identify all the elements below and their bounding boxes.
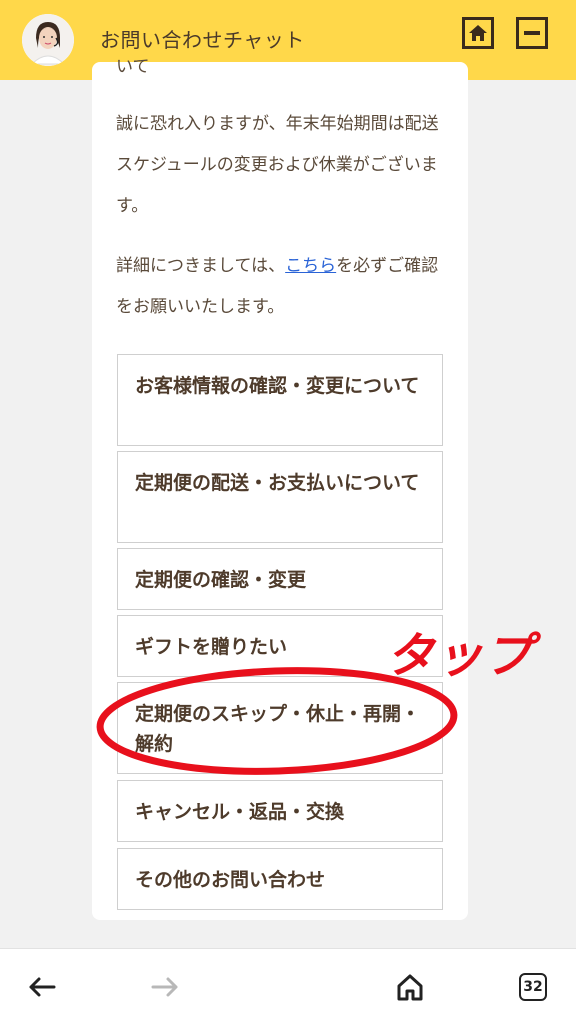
option-cancel-return-exchange[interactable]: キャンセル・返品・交換 [117,780,443,842]
forward-button[interactable] [145,967,185,1007]
forward-arrow-icon [151,977,178,997]
details-link[interactable]: こちら [285,256,336,276]
message-paragraph-1: 誠に恐れ入りますが、年末年始期間は配送スケジュールの変更および休業がございます。 [116,114,439,216]
message-text-before-link: 詳細につきましては、 [116,256,286,276]
browser-home-button[interactable] [390,967,430,1007]
option-subscription-delivery-payment[interactable]: 定期便の配送・お支払いについて [117,451,443,543]
partial-text: いて [116,57,150,77]
home-outline-icon [397,974,423,1001]
tabs-button[interactable]: 32 [513,967,553,1007]
option-other-inquiries[interactable]: その他のお問い合わせ [117,848,443,910]
chat-title: お問い合わせチャット [100,28,305,52]
minimize-icon [524,31,540,35]
option-customer-info[interactable]: お客様情報の確認・変更について [117,354,443,446]
tap-annotation-label: タップ [386,628,534,684]
back-button[interactable] [22,967,62,1007]
home-icon [469,25,487,41]
app-screen: お問い合わせチャット いて 誠に恐れ入りますが、年末年始期間は配送スケジュールの… [0,0,576,1024]
minimize-button[interactable] [516,17,548,49]
option-subscription-skip-pause-resume-cancel[interactable]: 定期便のスキップ・休止・再開・解約 [117,682,443,774]
message-paragraph-2: 詳細につきましては、こちらを必ずご確認をお願いいたします。 [116,246,446,328]
operator-avatar-icon [22,14,74,66]
browser-bottom-bar: 32 [0,948,576,1024]
tab-count: 32 [519,973,547,1001]
message-body: 誠に恐れ入りますが、年末年始期間は配送スケジュールの変更および休業がございます。… [116,104,446,347]
option-subscription-check-change[interactable]: 定期便の確認・変更 [117,548,443,610]
home-button[interactable] [462,17,494,49]
back-arrow-icon [29,977,56,997]
